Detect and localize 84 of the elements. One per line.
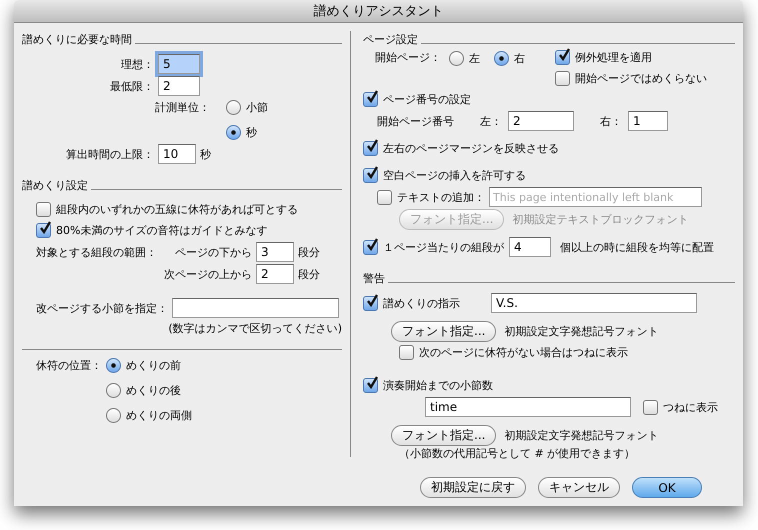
checkbox-label[interactable]: 左右のページマージンを反映させる <box>383 141 559 156</box>
field-label: 算出時間の上限： <box>65 146 154 162</box>
radio-label[interactable]: 右 <box>514 50 525 66</box>
input-field[interactable]: 10 <box>158 144 196 164</box>
input-field[interactable]: 2 <box>158 76 200 96</box>
field-label: 理想： <box>120 56 154 72</box>
input-field[interactable]: 1 <box>628 111 668 131</box>
field-label: 次ページの上から <box>164 268 252 280</box>
radio-button[interactable] <box>106 408 121 423</box>
window-title: 譜めくりアシスタント <box>314 3 444 20</box>
input-field[interactable]: V.S. <box>491 293 697 313</box>
radio-button[interactable] <box>226 125 241 140</box>
checkbox[interactable] <box>363 141 378 156</box>
input-field[interactable] <box>172 298 339 318</box>
radio-label[interactable]: めくりの両側 <box>126 408 192 423</box>
checkbox-label[interactable]: 例外処理を適用 <box>575 50 652 65</box>
field-label: 左： <box>480 114 502 128</box>
field-label: 対象とする組段の範囲： <box>36 246 157 258</box>
checkbox[interactable] <box>363 240 378 254</box>
checkbox-label[interactable]: つねに表示 <box>663 400 718 414</box>
checkbox[interactable] <box>643 400 658 414</box>
unit-label: 段分 <box>298 244 320 260</box>
checkbox[interactable] <box>555 50 570 65</box>
checkbox-label[interactable]: ページ番号の設定 <box>383 92 471 107</box>
radio-button[interactable] <box>106 383 121 398</box>
radio-label[interactable]: めくりの後 <box>126 383 181 398</box>
input-field[interactable]: 2 <box>508 111 574 131</box>
radio-label[interactable]: めくりの前 <box>126 358 181 373</box>
input-field[interactable]: 4 <box>509 237 551 257</box>
checkbox[interactable] <box>363 296 378 310</box>
radio-label[interactable]: 小節 <box>246 100 268 115</box>
font-button[interactable]: フォント指定... <box>391 320 496 342</box>
font-name: 初期設定テキストブロックフォント <box>512 212 688 226</box>
input-field[interactable]: 5 <box>158 54 200 74</box>
checkbox-label[interactable]: １ページ当たりの組段が <box>383 240 504 254</box>
unit-label: 段分 <box>298 266 320 282</box>
input-field[interactable]: 3 <box>256 242 294 262</box>
field-label: 改ページする小節を指定： <box>36 300 168 316</box>
field-label: ページの下から <box>175 246 252 258</box>
input-field[interactable]: 2 <box>256 264 294 284</box>
checkbox[interactable] <box>377 190 392 204</box>
section-title: 譜めくり設定 <box>22 178 88 193</box>
hint-text: （小節数の代用記号として # が使用できます） <box>399 447 636 460</box>
radio-button[interactable] <box>106 358 121 373</box>
field-label: 開始ページ： <box>375 50 441 65</box>
checkbox-label[interactable]: 個以上の時に組段を均等に配置 <box>560 240 714 254</box>
checkbox[interactable] <box>363 378 378 393</box>
field-label: 最低限： <box>109 78 154 94</box>
dialog-button[interactable]: 初期設定に戻す <box>420 477 526 498</box>
field-label: 計測単位： <box>154 100 210 115</box>
checkbox[interactable] <box>36 223 51 238</box>
section-title: ページ設定 <box>363 32 418 47</box>
checkbox-label[interactable]: 80%未満のサイズの音符はガイドとみなす <box>56 223 268 238</box>
input-field[interactable]: This page intentionally left blank <box>489 187 702 207</box>
checkbox-label[interactable]: 組段内のいずれかの五線に休符があれば可とする <box>56 202 298 217</box>
radio-button[interactable] <box>226 100 241 115</box>
dialog-button[interactable]: キャンセル <box>538 477 620 498</box>
radio-button[interactable] <box>494 50 509 66</box>
font-name: 初期設定文字発想記号フォント <box>504 428 658 442</box>
hint-text: (数字はカンマで区切ってください) <box>168 320 342 336</box>
checkbox-label[interactable]: 空白ページの挿入を許可する <box>383 168 526 183</box>
checkbox[interactable] <box>363 92 378 107</box>
unit-label: 秒 <box>200 146 211 162</box>
checkbox-label[interactable]: 次のページに休符がない場合はつねに表示 <box>419 345 628 360</box>
field-label: 休符の位置： <box>36 358 102 373</box>
font-button[interactable]: フォント指定... <box>391 424 496 446</box>
font-name: 初期設定文字発想記号フォント <box>504 324 658 338</box>
checkbox-label[interactable]: 開始ページではめくらない <box>575 71 707 86</box>
section-title: 警告 <box>363 271 385 286</box>
checkbox[interactable] <box>399 345 414 360</box>
checkbox-label[interactable]: テキストの追加： <box>397 190 485 204</box>
checkbox-label[interactable]: 演奏開始までの小節数 <box>383 378 493 393</box>
checkbox[interactable] <box>555 71 570 86</box>
checkbox[interactable] <box>363 168 378 183</box>
checkbox[interactable] <box>36 202 51 217</box>
radio-button[interactable] <box>449 50 464 66</box>
checkbox-label[interactable]: 譜めくりの指示 <box>383 296 460 310</box>
section-title: 譜めくりに必要な時間 <box>22 32 132 47</box>
ok-button[interactable]: OK <box>632 477 702 498</box>
field-label: 開始ページ番号 <box>377 114 454 128</box>
radio-label[interactable]: 秒 <box>246 125 257 140</box>
radio-label[interactable]: 左 <box>469 50 480 66</box>
field-label: 右： <box>600 114 622 128</box>
input-field[interactable]: time <box>425 397 631 417</box>
